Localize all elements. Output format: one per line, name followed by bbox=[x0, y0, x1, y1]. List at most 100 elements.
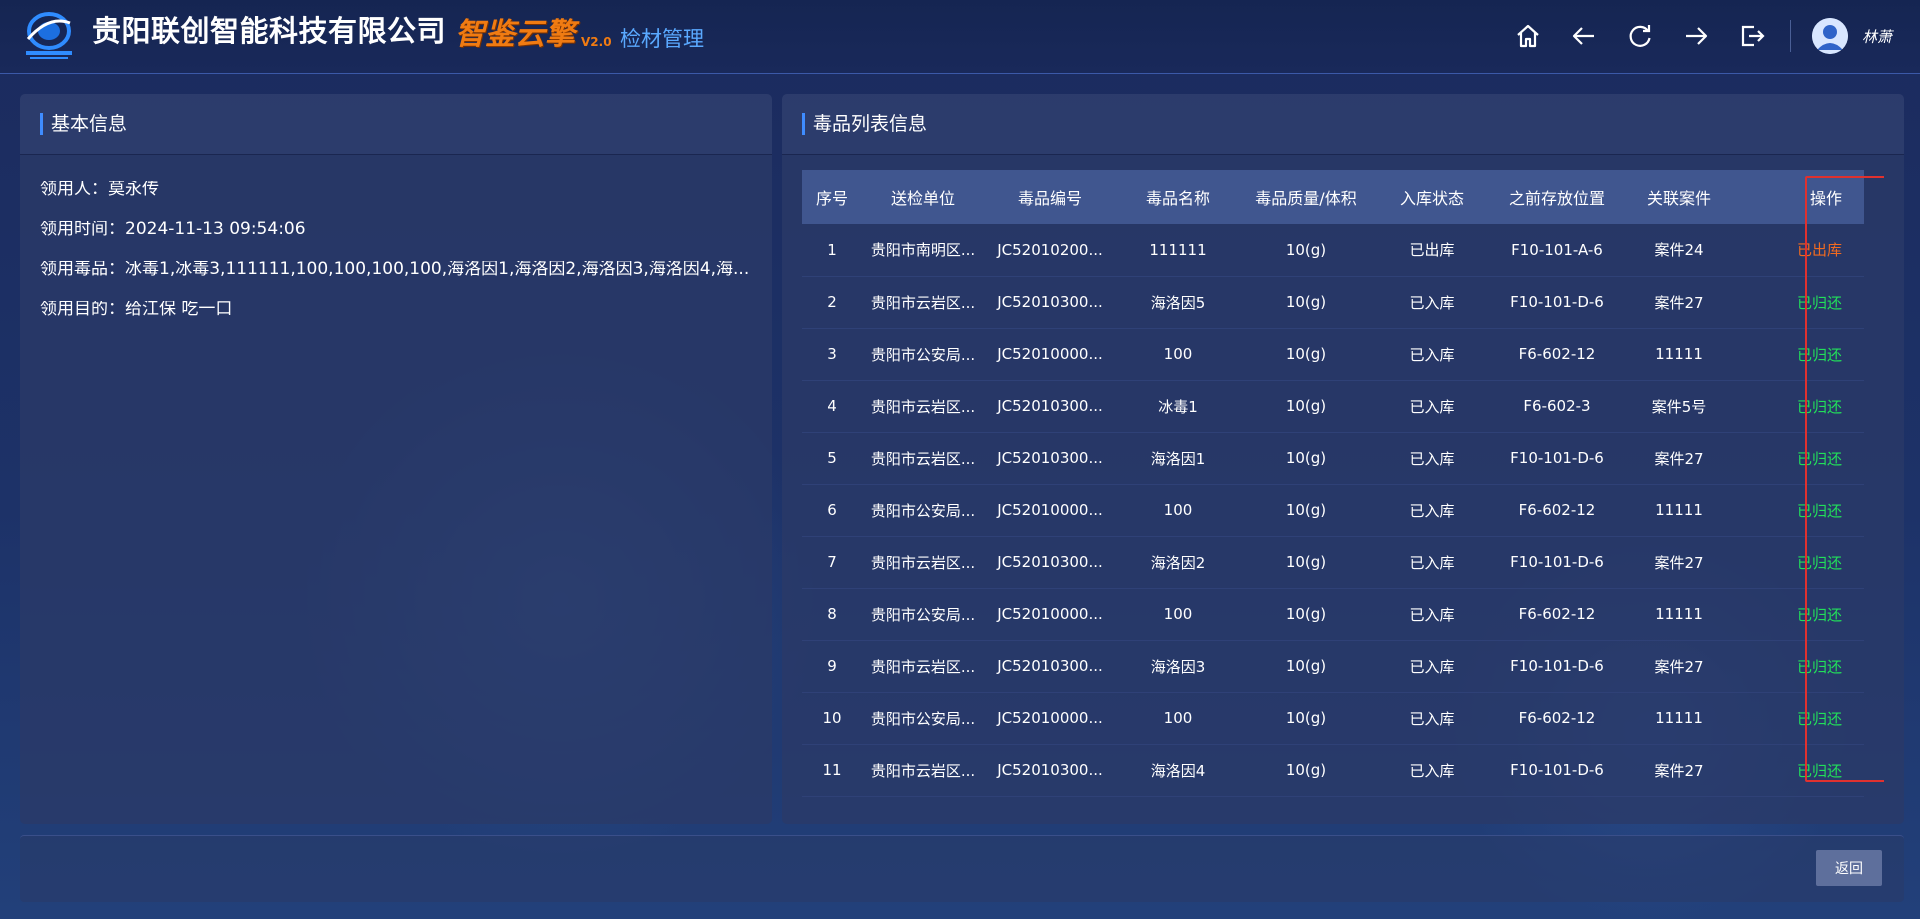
related-case: 11111 bbox=[1655, 605, 1703, 623]
drug-list-title: 毒品列表信息 bbox=[813, 113, 928, 135]
drug-name: 100 bbox=[1163, 709, 1193, 727]
related-case: 案件24 bbox=[1654, 241, 1704, 260]
inspection-unit: 贵阳市云岩区... bbox=[870, 449, 976, 468]
related-case: 11111 bbox=[1655, 709, 1703, 727]
operation-status[interactable]: 已归还 bbox=[1736, 276, 1864, 328]
table-row: 4 贵阳市云岩区... JC52010300... 冰毒1 10(g) 已入库 F6-602… bbox=[802, 380, 1864, 432]
drugs-label: 领用毒品： bbox=[40, 261, 125, 278]
drug-quantity: 10(g) bbox=[1285, 501, 1327, 519]
table-header-row: 序号 送检单位 毒品编号 毒品名称 毒品质量/体积 入库状态 之前存放位置 关联… bbox=[802, 170, 1864, 224]
purpose-value: 给江保 吃一口 bbox=[125, 301, 233, 318]
footer-bar: 返回 bbox=[20, 835, 1904, 902]
forward-arrow-icon[interactable] bbox=[1682, 22, 1710, 50]
previous-location: F10-101-A-6 bbox=[1511, 240, 1603, 259]
drug-table: 序号 送检单位 毒品编号 毒品名称 毒品质量/体积 入库状态 之前存放位置 关联… bbox=[802, 170, 1864, 797]
inspection-unit: 贵阳市公安局... bbox=[870, 345, 976, 364]
column-header: 送检单位 bbox=[890, 189, 955, 208]
previous-location: F6-602-12 bbox=[1518, 709, 1596, 727]
header-separator bbox=[1790, 20, 1791, 52]
storage-status: 已入库 bbox=[1409, 709, 1455, 728]
purpose-line: 领用目的：给江保 吃一口 bbox=[40, 301, 760, 318]
drug-code: JC52010000... bbox=[997, 605, 1103, 623]
drug-list-panel: 毒品列表信息 序号 送检单位 毒品编号 毒品名称 毒品质量/体积 入库状态 之前… bbox=[782, 94, 1904, 824]
home-icon[interactable] bbox=[1514, 22, 1542, 50]
inspection-unit: 贵阳市云岩区... bbox=[870, 761, 976, 780]
operation-status[interactable]: 已归还 bbox=[1736, 536, 1864, 588]
drug-name: 海洛因4 bbox=[1150, 761, 1206, 780]
column-header: 序号 bbox=[815, 189, 848, 208]
time-value: 2024-11-13 09:54:06 bbox=[125, 221, 306, 238]
drug-code: JC52010000... bbox=[997, 501, 1103, 519]
refresh-icon[interactable] bbox=[1626, 22, 1654, 50]
inspection-unit: 贵阳市公安局... bbox=[870, 605, 976, 624]
storage-status: 已入库 bbox=[1409, 657, 1455, 676]
drug-quantity: 10(g) bbox=[1285, 553, 1327, 571]
row-index: 11 bbox=[822, 761, 842, 779]
drug-code: JC52010200... bbox=[997, 240, 1103, 259]
operation-status[interactable]: 已归还 bbox=[1736, 380, 1864, 432]
operation-status[interactable]: 已归还 bbox=[1736, 588, 1864, 640]
drug-name: 100 bbox=[1163, 605, 1193, 623]
inspection-unit: 贵阳市公安局... bbox=[870, 709, 976, 728]
back-button[interactable]: 返回 bbox=[1816, 850, 1882, 886]
operation-status[interactable]: 已归还 bbox=[1736, 328, 1864, 380]
table-row: 6 贵阳市公安局... JC52010000... 100 10(g) 已入库 F6-602… bbox=[802, 484, 1864, 536]
time-label: 领用时间： bbox=[40, 221, 125, 238]
drug-code: JC52010000... bbox=[997, 345, 1103, 363]
table-row: 7 贵阳市云岩区... JC52010300... 海洛因2 10(g) 已入库 F10-1… bbox=[802, 536, 1864, 588]
row-index: 10 bbox=[822, 709, 842, 727]
storage-status: 已出库 bbox=[1409, 241, 1455, 260]
drug-quantity: 10(g) bbox=[1285, 449, 1327, 467]
username[interactable]: 林萧 bbox=[1862, 30, 1892, 45]
operation-status[interactable]: 已归还 bbox=[1736, 744, 1864, 796]
row-index: 2 bbox=[827, 293, 837, 311]
drug-name: 海洛因2 bbox=[1150, 553, 1206, 572]
drug-list-header: 毒品列表信息 bbox=[782, 94, 1904, 155]
time-line: 领用时间：2024-11-13 09:54:06 bbox=[40, 221, 760, 238]
back-arrow-icon[interactable] bbox=[1570, 22, 1598, 50]
related-case: 案件27 bbox=[1654, 293, 1704, 312]
basic-info-header: 基本信息 bbox=[20, 94, 772, 155]
drug-code: JC52010300... bbox=[997, 553, 1103, 571]
drug-name: 海洛因5 bbox=[1150, 293, 1206, 312]
operation-status[interactable]: 已出库 bbox=[1736, 224, 1864, 276]
product-name: 智鉴云擎 bbox=[455, 17, 575, 52]
previous-location: F6-602-3 bbox=[1523, 397, 1591, 415]
drug-table-container[interactable]: 序号 送检单位 毒品编号 毒品名称 毒品质量/体积 入库状态 之前存放位置 关联… bbox=[802, 170, 1884, 810]
drug-code: JC52010300... bbox=[997, 761, 1103, 779]
table-row: 5 贵阳市云岩区... JC52010300... 海洛因1 10(g) 已入库 F10-1… bbox=[802, 432, 1864, 484]
drug-quantity: 10(g) bbox=[1285, 293, 1327, 311]
table-row: 1 贵阳市南明区... JC52010200... 111111 10(g) 已出库 F10… bbox=[802, 224, 1864, 276]
related-case: 案件27 bbox=[1654, 657, 1704, 676]
drug-code: JC52010300... bbox=[997, 449, 1103, 467]
drug-quantity: 10(g) bbox=[1285, 345, 1327, 363]
drug-code: JC52010300... bbox=[997, 657, 1103, 675]
drug-code: JC52010000... bbox=[997, 709, 1103, 727]
drug-code: JC52010300... bbox=[997, 293, 1103, 311]
top-header: 贵阳联创智能科技有限公司 智鉴云擎 V2.0 检材管理 林萧 bbox=[0, 0, 1920, 74]
drug-name: 冰毒1 bbox=[1158, 397, 1198, 416]
column-header: 关联案件 bbox=[1646, 189, 1711, 208]
recipient-value: 莫永传 bbox=[108, 181, 159, 198]
avatar[interactable] bbox=[1812, 18, 1848, 54]
operation-status[interactable]: 已归还 bbox=[1736, 484, 1864, 536]
basic-info-panel: 基本信息 领用人：莫永传 领用时间：2024-11-13 09:54:06 领用… bbox=[20, 94, 772, 824]
drug-table-body: 1 贵阳市南明区... JC52010200... 111111 10(g) 已出库 F10… bbox=[802, 224, 1864, 796]
operation-status[interactable]: 已归还 bbox=[1736, 432, 1864, 484]
previous-location: F10-101-D-6 bbox=[1510, 449, 1604, 467]
operation-status[interactable]: 已归还 bbox=[1736, 640, 1864, 692]
drug-quantity: 10(g) bbox=[1285, 709, 1327, 727]
module-title: 检材管理 bbox=[620, 27, 704, 51]
basic-info-title: 基本信息 bbox=[51, 113, 128, 135]
drugs-value: 冰毒1,冰毒3,111111,100,100,100,100,海洛因1,海洛因2… bbox=[125, 261, 750, 278]
product-version: V2.0 bbox=[581, 35, 612, 49]
logout-icon[interactable] bbox=[1738, 22, 1766, 50]
previous-location: F6-602-12 bbox=[1518, 345, 1596, 363]
related-case: 案件5号 bbox=[1651, 397, 1707, 416]
operation-status[interactable]: 已归还 bbox=[1736, 692, 1864, 744]
previous-location: F10-101-D-6 bbox=[1510, 293, 1604, 311]
row-index: 6 bbox=[827, 501, 837, 519]
app-root: 贵阳联创智能科技有限公司 智鉴云擎 V2.0 检材管理 林萧 基本信息 领用人：… bbox=[0, 0, 1920, 919]
row-index: 1 bbox=[827, 240, 837, 259]
inspection-unit: 贵阳市云岩区... bbox=[870, 293, 976, 312]
